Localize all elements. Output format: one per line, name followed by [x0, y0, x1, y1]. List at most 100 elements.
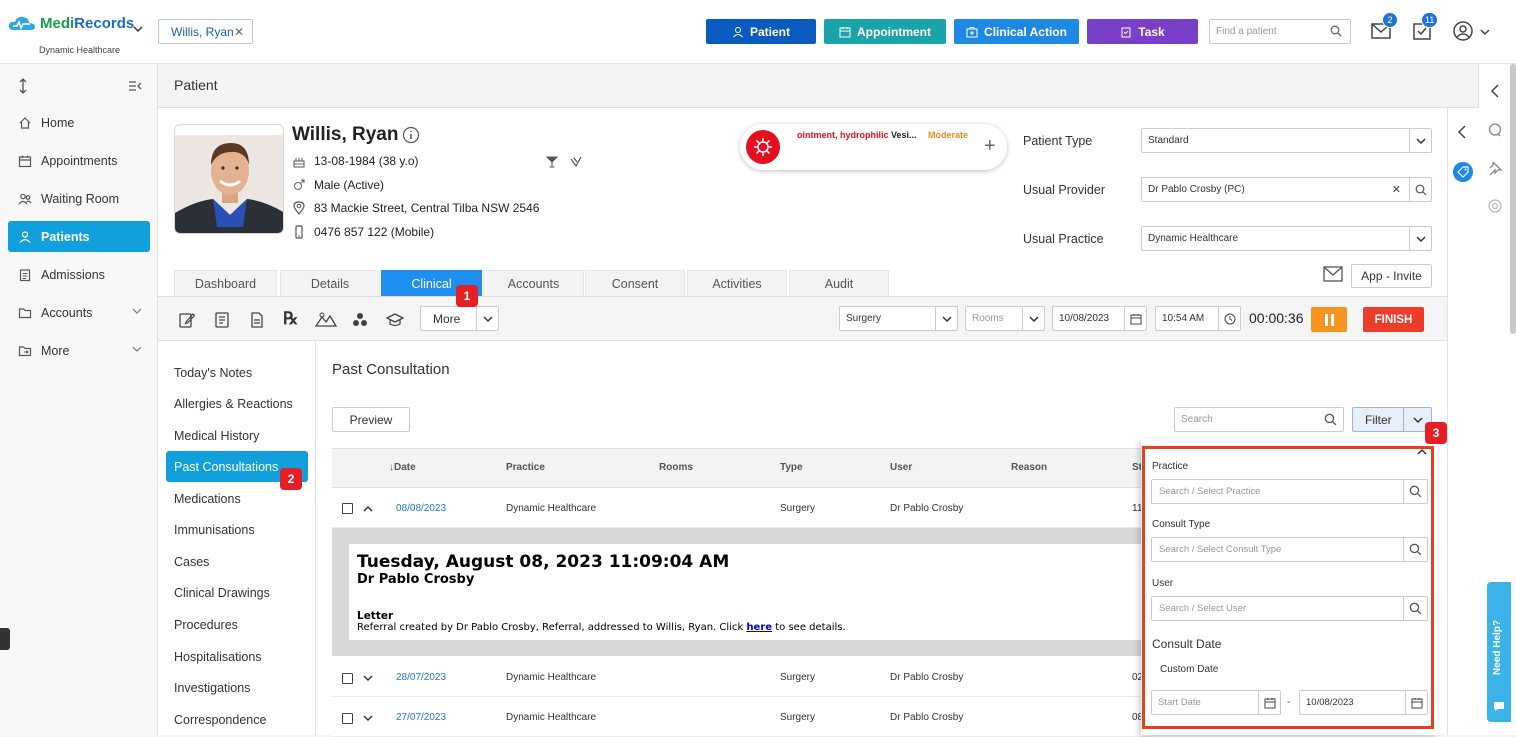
preview-button[interactable]: Preview	[332, 407, 410, 432]
calendar-icon[interactable]	[1405, 691, 1427, 714]
tab-dashboard[interactable]: Dashboard	[174, 270, 277, 296]
chevron-down-icon[interactable]	[1409, 227, 1431, 250]
chevron-up-icon[interactable]	[1417, 448, 1427, 456]
chevron-down-icon[interactable]	[363, 714, 373, 722]
info-icon[interactable]	[402, 126, 420, 144]
chevron-down-icon[interactable]	[363, 674, 373, 682]
subnav-procedures[interactable]: Procedures	[166, 609, 308, 640]
table-row[interactable]	[332, 697, 1152, 737]
mountain-image-icon[interactable]	[315, 311, 337, 329]
smoking-icon[interactable]	[570, 156, 582, 168]
row-checkbox[interactable]	[342, 713, 353, 724]
row-date-link[interactable]: 28/07/2023	[396, 672, 446, 683]
pause-button[interactable]	[1311, 307, 1347, 332]
filter-start-date-input[interactable]: Start Date	[1151, 690, 1281, 715]
tab-details[interactable]: Details	[280, 270, 380, 296]
subnav-investigations[interactable]: Investigations	[166, 672, 308, 703]
calendar-icon[interactable]	[1124, 307, 1146, 330]
tab-consent[interactable]: Consent	[585, 270, 685, 296]
sidebar-item-appointments[interactable]: Appointments	[8, 145, 150, 176]
filter-user-input[interactable]: Search / Select User	[1151, 596, 1428, 621]
usual-provider-select[interactable]: Dr Pablo Crosby (PC) ✕	[1141, 177, 1432, 202]
chevron-down-icon[interactable]	[1022, 307, 1044, 330]
scrollbar[interactable]	[1510, 64, 1516, 334]
find-patient-input[interactable]: Find a patient	[1209, 19, 1351, 44]
table-row[interactable]	[332, 488, 1152, 528]
consult-time-input[interactable]: 10:54 AM	[1155, 306, 1241, 331]
subnav-clinical-drawings[interactable]: Clinical Drawings	[166, 577, 308, 608]
new-task-button[interactable]: Task	[1087, 19, 1198, 44]
sidebar-item-waiting-room[interactable]: Waiting Room	[8, 183, 150, 214]
filter-practice-input[interactable]: Search / Select Practice	[1151, 479, 1428, 504]
biohazard-icon[interactable]	[351, 311, 369, 329]
search-icon[interactable]	[1409, 178, 1431, 201]
chevron-down-icon[interactable]	[935, 307, 957, 330]
sidebar-item-admissions[interactable]: Admissions	[8, 259, 150, 290]
consultation-search-input[interactable]: Search	[1174, 407, 1344, 432]
search-icon[interactable]	[1403, 538, 1427, 561]
chat-icon[interactable]	[1487, 122, 1503, 138]
collapse-sidebar-icon[interactable]	[128, 80, 142, 92]
sidebar-item-more[interactable]: More	[8, 335, 150, 366]
email-icon[interactable]	[1323, 266, 1343, 282]
column-type[interactable]: Type	[780, 462, 803, 473]
column-rooms[interactable]: Rooms	[659, 462, 693, 473]
brand-logo[interactable]: MediRecords	[8, 14, 134, 32]
subnav-correspondence[interactable]: Correspondence	[166, 704, 308, 735]
calendar-icon[interactable]	[1258, 691, 1280, 714]
more-tools-button[interactable]: More	[420, 306, 499, 331]
need-help-tab[interactable]: Need Help?	[1487, 582, 1511, 722]
chevron-down-icon[interactable]	[133, 25, 143, 33]
clock-icon[interactable]	[1218, 307, 1240, 330]
consult-date-input[interactable]: 10/08/2023	[1052, 306, 1147, 331]
prescription-pad-icon[interactable]	[213, 311, 231, 329]
edit-note-icon[interactable]	[178, 311, 196, 329]
chevron-left-icon[interactable]	[1457, 125, 1467, 139]
chevron-down-icon[interactable]	[1409, 129, 1431, 152]
subnav-todays-notes[interactable]: Today's Notes	[166, 357, 308, 388]
row-date-link[interactable]: 08/08/2023	[396, 503, 446, 514]
allergy-alert-card[interactable]: ointment, hydrophilic Vesi... Moderate +	[740, 124, 1007, 170]
cocktail-glass-icon[interactable]	[546, 156, 558, 168]
clinical-action-button[interactable]: Clinical Action	[954, 19, 1079, 44]
filter-button[interactable]: Filter	[1352, 407, 1432, 432]
app-invite-button[interactable]: App - Invite	[1351, 264, 1432, 288]
column-date[interactable]: ↓Date	[389, 462, 416, 473]
filter-consult-type-input[interactable]: Search / Select Consult Type	[1151, 537, 1428, 562]
new-patient-button[interactable]: Patient	[706, 19, 816, 44]
graduation-cap-icon[interactable]	[386, 311, 404, 329]
left-edge-tab[interactable]	[0, 628, 10, 650]
rooms-select[interactable]: Rooms	[965, 306, 1045, 331]
tag-button[interactable]	[1453, 162, 1473, 182]
location-select[interactable]: Surgery	[839, 306, 958, 331]
row-date-link[interactable]: 27/07/2023	[396, 712, 446, 723]
subnav-cases[interactable]: Cases	[166, 546, 308, 577]
subnav-immunisations[interactable]: Immunisations	[166, 514, 308, 545]
chevron-down-icon[interactable]	[1480, 28, 1490, 36]
subnav-allergies[interactable]: Allergies & Reactions	[166, 388, 308, 419]
column-reason[interactable]: Reason	[1011, 462, 1047, 473]
finish-button[interactable]: FINISH	[1363, 307, 1424, 332]
filter-end-date-input[interactable]: 10/08/2023	[1299, 690, 1428, 715]
search-icon[interactable]	[1403, 480, 1427, 503]
sidebar-item-accounts[interactable]: Accounts	[8, 297, 150, 328]
subnav-hospitalisations[interactable]: Hospitalisations	[166, 641, 308, 672]
clear-icon[interactable]: ✕	[1392, 183, 1401, 196]
add-allergy-icon[interactable]: +	[984, 136, 996, 156]
column-user[interactable]: User	[890, 462, 912, 473]
subnav-medical-history[interactable]: Medical History	[166, 420, 308, 451]
at-sign-icon[interactable]	[1487, 198, 1503, 214]
search-icon[interactable]	[1403, 597, 1427, 620]
chevron-down-icon[interactable]	[476, 307, 498, 330]
patient-type-select[interactable]: Standard	[1141, 128, 1432, 153]
new-appointment-button[interactable]: Appointment	[824, 19, 946, 44]
sidebar-item-home[interactable]: Home	[8, 107, 150, 138]
document-icon[interactable]	[248, 311, 266, 329]
user-avatar-icon[interactable]	[1452, 20, 1474, 42]
pin-icon[interactable]	[1487, 160, 1503, 176]
resize-vertical-icon[interactable]	[17, 78, 29, 94]
column-practice[interactable]: Practice	[506, 462, 545, 473]
open-patient-tab[interactable]: Willis, Ryan ✕	[158, 19, 253, 44]
tab-accounts[interactable]: Accounts	[483, 270, 584, 296]
row-checkbox[interactable]	[342, 673, 353, 684]
